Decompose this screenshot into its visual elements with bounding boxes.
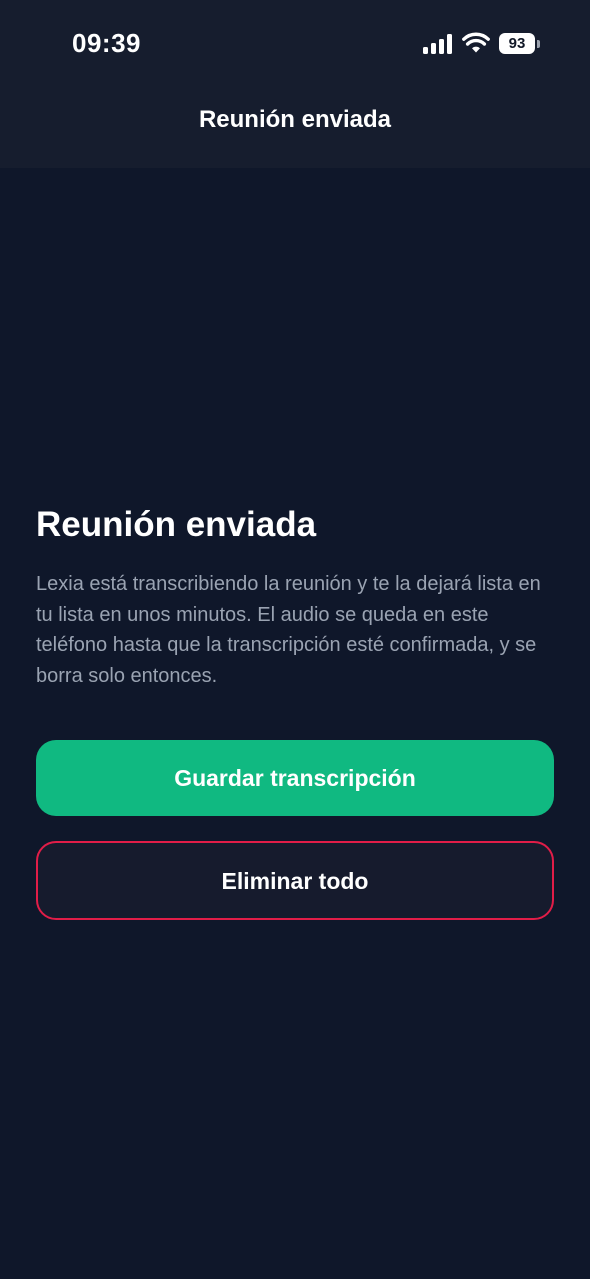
cellular-signal-icon — [423, 34, 453, 54]
page-heading: Reunión enviada — [36, 505, 317, 544]
battery-level: 93 — [499, 33, 535, 54]
top-bar: 09:39 93 Reunión enviada — [0, 0, 590, 168]
battery-icon: 93 — [499, 33, 541, 55]
status-time: 09:39 — [72, 28, 141, 58]
battery-tip — [537, 40, 540, 48]
nav-title: Reunión enviada — [198, 106, 392, 133]
confirmation-panel: Reunión enviada Lexia está transcribiend… — [36, 503, 554, 691]
delete-all-button[interactable]: Eliminar todo — [36, 841, 554, 920]
description-text: Lexia está transcribiendo la reunión y t… — [36, 573, 541, 687]
status-bar: 09:39 93 — [0, 0, 590, 88]
wifi-icon — [462, 31, 490, 55]
save-transcription-button[interactable]: Guardar transcripción — [36, 740, 554, 816]
